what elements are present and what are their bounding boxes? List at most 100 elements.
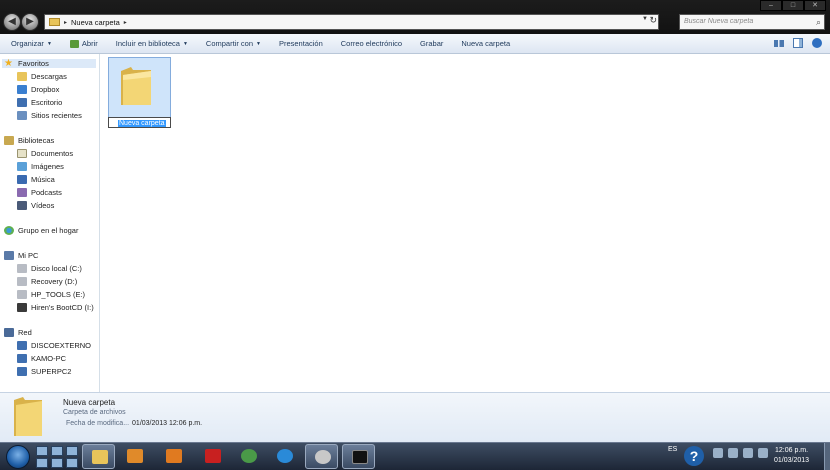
clock-time: 12:06 p.m.	[774, 447, 809, 454]
folder-name-selection[interactable]: Nueva carpeta	[118, 120, 166, 127]
taskbar-explorer-button[interactable]	[82, 444, 115, 469]
include-library-label: Incluir en biblioteca	[115, 39, 180, 48]
chevron-down-icon: ▼	[182, 40, 188, 47]
nav-item-dropbox[interactable]: Dropbox	[17, 85, 59, 94]
forward-button[interactable]: ▶	[21, 13, 39, 31]
drive-icon	[17, 264, 27, 273]
nav-item-label: Recovery (D:)	[31, 277, 78, 286]
nav-item-label: HP_TOOLS (E:)	[31, 290, 86, 299]
email-button[interactable]: Correo electrónico	[341, 39, 402, 48]
folder-icon	[121, 67, 151, 105]
nav-item-kamo-pc[interactable]: KAMO-PC	[17, 354, 66, 363]
nav-network-label: Red	[18, 328, 32, 337]
nav-item-hp-tools[interactable]: HP_TOOLS (E:)	[17, 290, 85, 299]
maximize-button[interactable]: □	[782, 0, 804, 11]
nav-item-documentos[interactable]: Documentos	[17, 149, 73, 158]
burn-button[interactable]: Grabar	[420, 39, 443, 48]
nav-favorites[interactable]: ★ Favoritos	[2, 59, 96, 69]
nav-item-label: SUPERPC2	[31, 367, 72, 376]
tray-icon[interactable]	[758, 448, 768, 458]
show-desktop-button[interactable]	[824, 443, 830, 470]
share-menu[interactable]: Compartir con ▼	[206, 39, 261, 48]
nav-computer-label: Mi PC	[18, 251, 39, 260]
nav-item-superpc2[interactable]: SUPERPC2	[17, 367, 71, 376]
documents-icon	[17, 149, 27, 158]
nav-item-escritorio[interactable]: Escritorio	[17, 98, 62, 107]
network-computer-icon	[17, 354, 27, 363]
open-button[interactable]: Abrir	[69, 39, 98, 48]
clock[interactable]: 12:06 p.m. 01/03/2013	[774, 446, 809, 466]
nav-item-label: Dropbox	[31, 85, 60, 94]
breadcrumb-separator-icon[interactable]: ▸	[64, 19, 67, 26]
taskbar-mail-button[interactable]	[157, 444, 190, 469]
chevron-down-icon: ▼	[256, 40, 261, 47]
breadcrumb-current[interactable]: Nueva carpeta	[71, 18, 120, 27]
tray-icon[interactable]	[728, 448, 738, 458]
organize-menu[interactable]: Organizar ▼	[11, 39, 52, 48]
email-label: Correo electrónico	[340, 39, 403, 48]
nav-item-recovery[interactable]: Recovery (D:)	[17, 277, 77, 286]
start-button[interactable]	[6, 445, 30, 469]
quick-launch-icon[interactable]	[66, 446, 78, 456]
nav-item-podcasts[interactable]: Podcasts	[17, 188, 62, 197]
quick-launch-icon[interactable]	[51, 458, 63, 468]
folder-rename-input[interactable]: Nueva carpeta	[108, 117, 171, 128]
close-button[interactable]: ✕	[804, 0, 826, 11]
refresh-icon[interactable]: ↻	[649, 15, 657, 26]
views-icon[interactable]	[774, 39, 784, 47]
internet-explorer-icon	[277, 449, 293, 463]
nav-item-musica[interactable]: Música	[17, 175, 55, 184]
taskbar-media-button[interactable]	[118, 444, 151, 469]
breadcrumb-chevron-icon[interactable]: ▸	[124, 19, 127, 26]
toolbar-right-group	[774, 38, 822, 48]
help-icon[interactable]: ?	[684, 446, 704, 466]
quick-launch-icon[interactable]	[36, 446, 48, 456]
search-input[interactable]: Buscar Nueva carpeta ⌕	[679, 14, 825, 30]
taskbar-messenger-button[interactable]	[232, 444, 265, 469]
address-bar[interactable]: ▸ Nueva carpeta ▸ ▼ ↻	[44, 14, 659, 30]
pictures-icon	[17, 162, 27, 171]
nav-item-videos[interactable]: Vídeos	[17, 201, 54, 210]
nav-item-imagenes[interactable]: Imágenes	[17, 162, 64, 171]
taskbar-cmd-button[interactable]	[342, 444, 375, 469]
nav-item-hirens-bootcd[interactable]: Hiren's BootCD (I:)	[17, 303, 94, 312]
quick-launch-icon[interactable]	[51, 446, 63, 456]
nav-item-disco-local[interactable]: Disco local (C:)	[17, 264, 82, 273]
help-icon[interactable]	[812, 38, 822, 48]
command-prompt-icon	[352, 450, 368, 464]
details-modified-label: Fecha de modifica...	[66, 420, 130, 427]
nav-computer[interactable]: Mi PC	[4, 251, 38, 260]
tray-icon[interactable]	[743, 448, 753, 458]
nav-item-discoexterno[interactable]: DISCOEXTERNO	[17, 341, 91, 350]
search-icon[interactable]: ⌕	[816, 15, 821, 29]
command-toolbar: Organizar ▼ Abrir Incluir en biblioteca …	[0, 34, 830, 54]
network-computer-icon	[17, 341, 27, 350]
nav-item-sitios-recientes[interactable]: Sitios recientes	[17, 111, 82, 120]
taskbar-pdf-button[interactable]	[196, 444, 229, 469]
nav-network[interactable]: Red	[4, 328, 32, 337]
slideshow-button[interactable]: Presentación	[279, 39, 323, 48]
file-list[interactable]: Nueva carpeta	[100, 54, 830, 392]
dropbox-icon	[17, 85, 27, 94]
organize-label: Organizar	[11, 39, 44, 48]
tray-icon[interactable]	[713, 448, 723, 458]
quick-launch-icon[interactable]	[36, 458, 48, 468]
nav-item-label: KAMO-PC	[31, 354, 67, 363]
nav-item-descargas[interactable]: Descargas	[17, 72, 67, 81]
taskbar-ie-button[interactable]	[268, 444, 301, 469]
quick-launch-icon[interactable]	[66, 458, 78, 468]
navigation-pane: ★ Favoritos Descargas Dropbox Escritorio…	[0, 54, 100, 392]
nav-homegroup[interactable]: Grupo en el hogar	[4, 226, 78, 235]
address-dropdown-icon[interactable]: ▼	[642, 16, 648, 22]
open-label: Abrir	[81, 39, 98, 48]
minimize-button[interactable]: –	[760, 0, 782, 11]
nav-libraries[interactable]: Bibliotecas	[4, 136, 54, 145]
include-library-menu[interactable]: Incluir en biblioteca ▼	[116, 39, 188, 48]
taskbar-paint-button[interactable]	[305, 444, 338, 469]
recent-places-icon	[17, 111, 27, 120]
back-button[interactable]: ◀	[3, 13, 21, 31]
preview-pane-icon[interactable]	[793, 38, 803, 48]
folder-item[interactable]	[108, 57, 171, 126]
new-folder-button[interactable]: Nueva carpeta	[461, 39, 510, 48]
language-indicator[interactable]: ES	[668, 446, 677, 453]
